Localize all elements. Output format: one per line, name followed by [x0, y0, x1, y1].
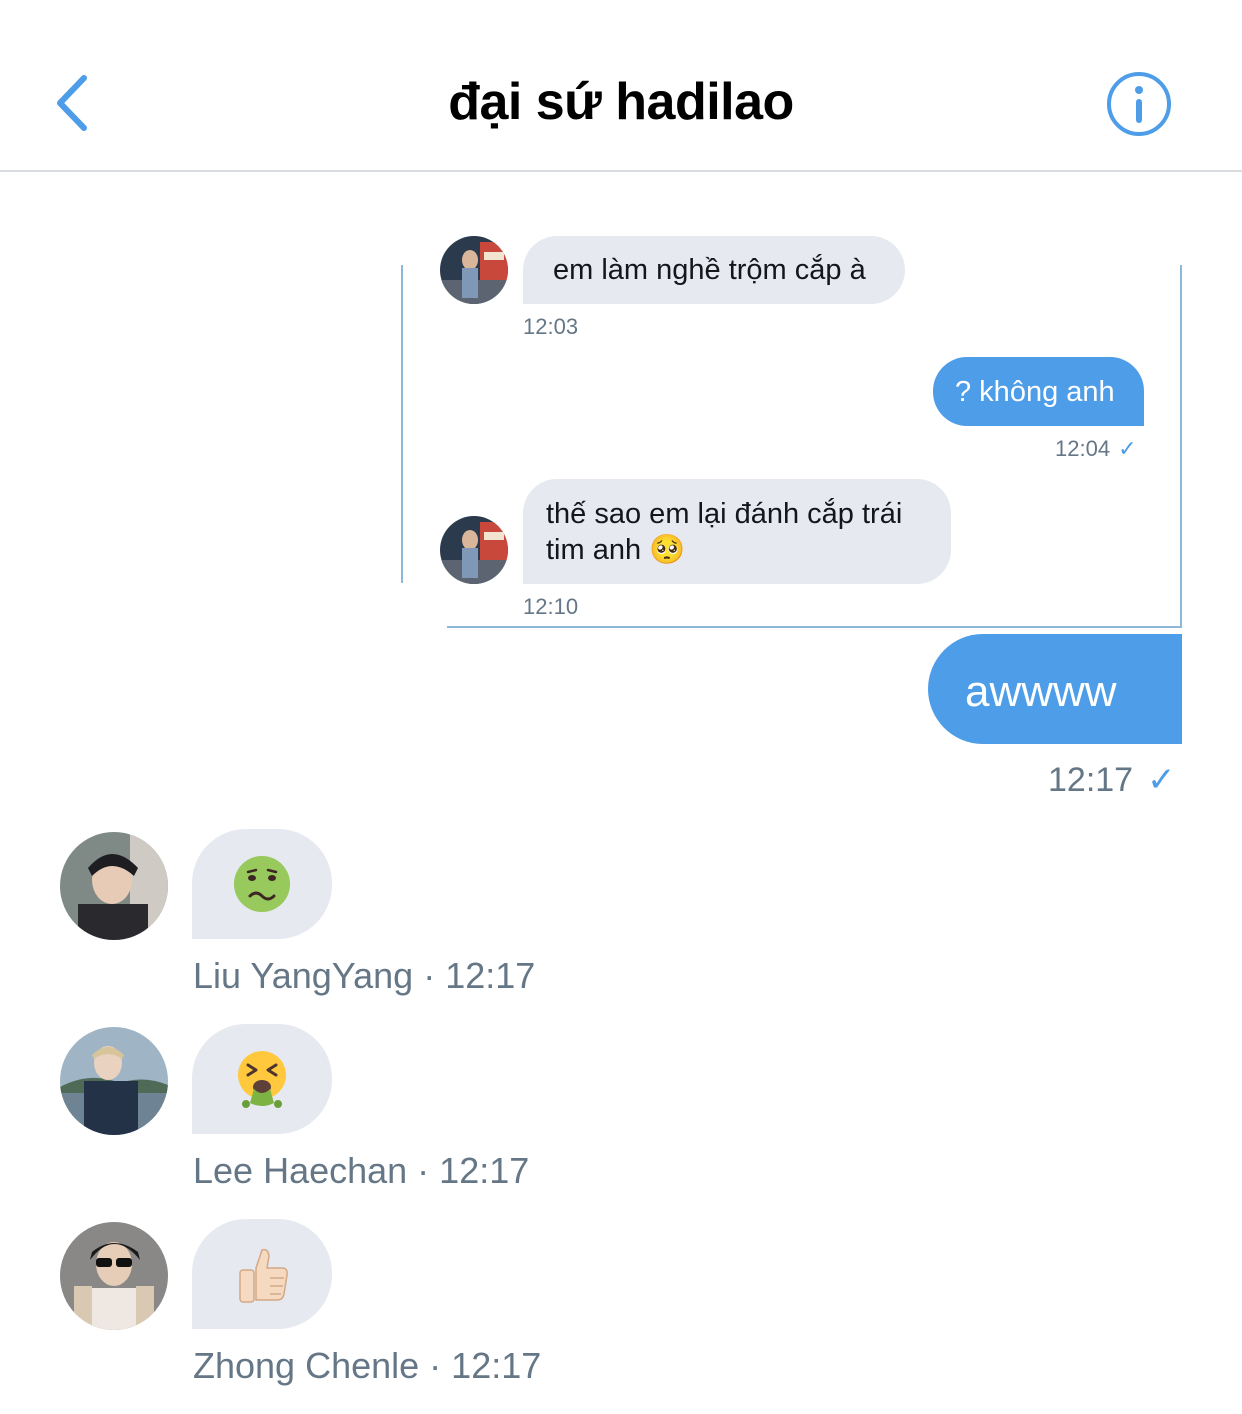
message-bubble-outgoing[interactable]: ? không anh [933, 357, 1144, 426]
reaction-bubble[interactable] [192, 1219, 332, 1329]
quoted-thread-border [1180, 265, 1182, 627]
message-bubble-incoming[interactable]: thế sao em lại đánh cắp trái tim anh 🥺 [523, 479, 951, 584]
message-timestamp: 12:17 ✓ [1048, 760, 1176, 800]
conversation-title: đại sứ hadilao [448, 73, 794, 131]
quoted-thread-border [447, 626, 1182, 628]
quoted-thread-border [401, 265, 403, 583]
reaction-sender-line: Zhong Chenle · 12:17 [193, 1345, 541, 1387]
read-check-icon: ✓ [1118, 436, 1137, 461]
conversation-header: đại sứ hadilao [0, 0, 1242, 172]
vomiting-face-icon [238, 1051, 286, 1108]
message-text-line: tim anh 🥺 [546, 534, 686, 566]
sender-name: Zhong Chenle [193, 1345, 420, 1386]
info-icon[interactable] [1105, 70, 1173, 138]
avatar[interactable] [440, 236, 508, 304]
timestamp-text: 12:17 [451, 1345, 542, 1386]
reaction-bubble[interactable] [192, 829, 332, 939]
message-text: awwww [965, 667, 1117, 716]
message-text-line: thế sao em lại đánh cắp trái [546, 498, 903, 530]
reaction-sender-line: Liu YangYang · 12:17 [193, 955, 535, 997]
nauseated-face-icon [234, 856, 290, 912]
message-timestamp: 12:04 ✓ [1055, 436, 1137, 462]
separator: · [407, 1150, 440, 1191]
thumbs-up-icon [239, 1248, 288, 1303]
timestamp-text: 12:17 [1048, 761, 1134, 799]
timestamp-text: 12:04 [1055, 436, 1111, 461]
avatar[interactable] [60, 1222, 168, 1330]
message-bubble-incoming[interactable]: em làm nghề trộm cắp à [523, 236, 905, 304]
message-timestamp: 12:10 [523, 594, 579, 619]
reaction-bubble[interactable] [192, 1024, 332, 1134]
read-check-icon: ✓ [1147, 761, 1176, 799]
avatar[interactable] [60, 832, 168, 940]
sender-name: Liu YangYang [193, 955, 414, 996]
timestamp-text: 12:17 [445, 955, 536, 996]
avatar[interactable] [60, 1027, 168, 1135]
avatar[interactable] [440, 516, 508, 584]
message-text: ? không anh [955, 376, 1115, 408]
reaction-sender-line: Lee Haechan · 12:17 [193, 1150, 529, 1192]
message-bubble-outgoing[interactable]: awwww [928, 634, 1182, 744]
separator: · [413, 955, 446, 996]
message-text: em làm nghề trộm cắp à [553, 254, 866, 286]
message-timestamp: 12:03 [523, 314, 579, 339]
separator: · [419, 1345, 452, 1386]
sender-name: Lee Haechan [193, 1150, 408, 1191]
timestamp-text: 12:17 [439, 1150, 530, 1191]
